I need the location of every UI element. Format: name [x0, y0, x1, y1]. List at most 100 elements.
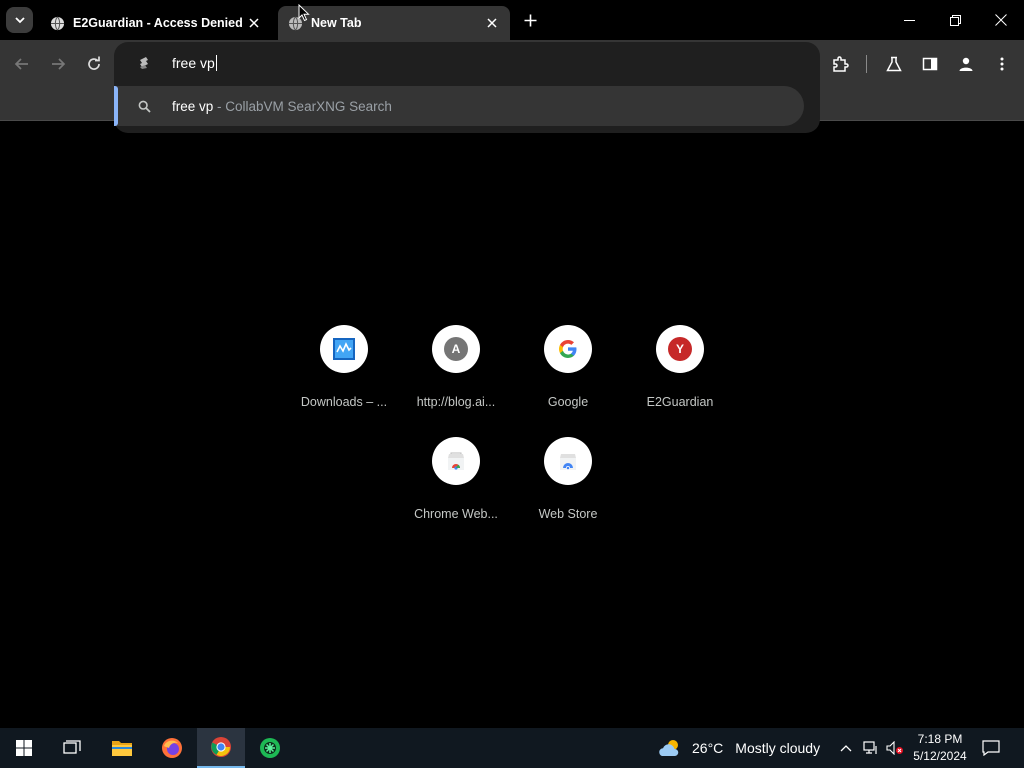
taskbar-file-explorer[interactable] — [98, 728, 146, 768]
restore-icon — [949, 14, 961, 26]
shortcut-chrome-web-store[interactable]: Chrome Web... — [400, 437, 512, 549]
tab-title: New Tab — [311, 16, 362, 30]
taskbar: 26°C Mostly cloudy 7:18 PM 5/12/2024 — [0, 728, 1024, 768]
shortcut-icon-circle — [320, 325, 368, 373]
address-bar[interactable]: free vp — [114, 42, 820, 84]
taskbar-chrome[interactable] — [197, 728, 245, 768]
system-clock[interactable]: 7:18 PM 5/12/2024 — [906, 731, 974, 765]
google-icon — [559, 340, 577, 358]
shortcut-icon-circle: A — [432, 325, 480, 373]
shortcut-icon-circle: Y — [656, 325, 704, 373]
omnibox-suggestion[interactable]: free vp - CollabVM SearXNG Search — [114, 86, 804, 126]
close-window-button[interactable] — [978, 0, 1024, 40]
restore-button[interactable] — [932, 0, 978, 40]
tab-search-button[interactable] — [6, 7, 33, 33]
back-arrow-icon — [14, 58, 28, 70]
extensions-button[interactable] — [826, 50, 854, 78]
avatar-letter: A — [451, 342, 461, 356]
close-icon — [995, 14, 1007, 26]
searxng-icon — [136, 55, 152, 71]
tab-new-tab[interactable]: New Tab — [278, 6, 510, 40]
tab-e2guardian[interactable]: E2Guardian - Access Denied — [40, 6, 272, 40]
firefox-icon — [162, 738, 182, 758]
shortcut-e2guardian[interactable]: Y E2Guardian — [624, 325, 736, 437]
forward-arrow-icon — [52, 58, 66, 70]
task-view-button[interactable] — [48, 728, 96, 768]
vm-downloads-icon — [333, 338, 355, 360]
more-vert-icon — [1000, 57, 1004, 71]
weather-temperature: 26°C — [692, 740, 724, 756]
start-button[interactable] — [0, 728, 48, 768]
shortcut-label: http://blog.ai... — [416, 395, 496, 409]
network-tray-button[interactable] — [860, 728, 882, 768]
task-view-icon — [63, 740, 81, 754]
person-icon — [959, 57, 973, 71]
cursor-icon — [298, 4, 310, 22]
cloud-sun-icon — [659, 740, 679, 756]
reload-icon — [88, 56, 100, 70]
suggestion-description: CollabVM SearXNG Search — [225, 98, 392, 114]
forward-button[interactable] — [44, 50, 72, 78]
notification-icon — [982, 740, 1000, 756]
show-hidden-icons-button[interactable] — [836, 728, 856, 768]
shortcut-web-store[interactable]: Web Store — [512, 437, 624, 549]
toolbar-divider — [866, 55, 867, 73]
tab-title: E2Guardian - Access Denied — [73, 16, 243, 30]
shortcut-label: Google — [547, 395, 589, 409]
shortcut-icon-circle — [544, 437, 592, 485]
new-tab-button[interactable] — [518, 8, 542, 32]
puzzle-icon — [833, 56, 849, 72]
web-store-icon — [560, 454, 576, 470]
text-caret — [215, 55, 217, 71]
weather-description: Mostly cloudy — [735, 740, 821, 756]
tab-strip: E2Guardian - Access Denied New Tab — [0, 0, 1024, 40]
letter-y-icon: Y — [668, 337, 692, 361]
chevron-up-icon — [840, 745, 852, 752]
chrome-web-store-icon — [448, 452, 464, 470]
address-input[interactable]: free vp — [172, 55, 215, 71]
shortcut-label: Downloads – ... — [300, 395, 388, 409]
shortcut-icon-circle — [544, 325, 592, 373]
globe-icon — [49, 15, 65, 31]
chevron-down-icon — [14, 17, 25, 24]
plus-icon — [524, 14, 536, 26]
clock-date: 5/12/2024 — [913, 749, 967, 763]
clock-time: 7:18 PM — [917, 732, 963, 746]
reload-button[interactable] — [80, 50, 108, 78]
letter-a-icon: A — [444, 337, 468, 361]
selection-indicator — [114, 86, 118, 126]
shortcut-icon-circle — [432, 437, 480, 485]
close-icon[interactable] — [244, 13, 264, 33]
notifications-button[interactable] — [976, 728, 1006, 768]
side-panel-button[interactable] — [916, 50, 944, 78]
minimize-icon — [903, 19, 915, 21]
folder-icon — [112, 741, 132, 756]
menu-button[interactable] — [988, 50, 1016, 78]
chrome-icon — [211, 737, 231, 757]
close-icon[interactable] — [482, 13, 502, 33]
omnibox-dropdown: free vp free vp - CollabVM SearXNG Searc… — [114, 42, 820, 133]
suggestion-query: free vp — [172, 98, 214, 114]
green-app-icon — [260, 738, 280, 758]
weather-widget[interactable]: 26°C Mostly cloudy — [658, 728, 820, 768]
profile-button[interactable] — [952, 50, 980, 78]
shortcut-label: E2Guardian — [646, 395, 714, 409]
shortcut-label: Chrome Web... — [414, 507, 498, 521]
shortcut-google[interactable]: Google — [512, 325, 624, 437]
volume-muted-icon — [886, 741, 903, 755]
labs-button[interactable] — [880, 50, 908, 78]
network-icon — [863, 741, 877, 754]
flask-icon — [886, 56, 902, 72]
suggestion-separator: - — [213, 98, 226, 114]
shortcut-blog[interactable]: A http://blog.ai... — [400, 325, 512, 437]
shortcut-label: Web Store — [538, 507, 598, 521]
taskbar-app[interactable] — [246, 728, 294, 768]
taskbar-firefox[interactable] — [148, 728, 196, 768]
minimize-button[interactable] — [886, 0, 932, 40]
volume-tray-button[interactable] — [884, 728, 906, 768]
shortcut-downloads[interactable]: Downloads – ... — [288, 325, 400, 437]
search-icon — [136, 98, 152, 114]
avatar-letter: Y — [675, 342, 684, 356]
back-button[interactable] — [8, 50, 36, 78]
windows-logo-icon — [16, 740, 32, 756]
